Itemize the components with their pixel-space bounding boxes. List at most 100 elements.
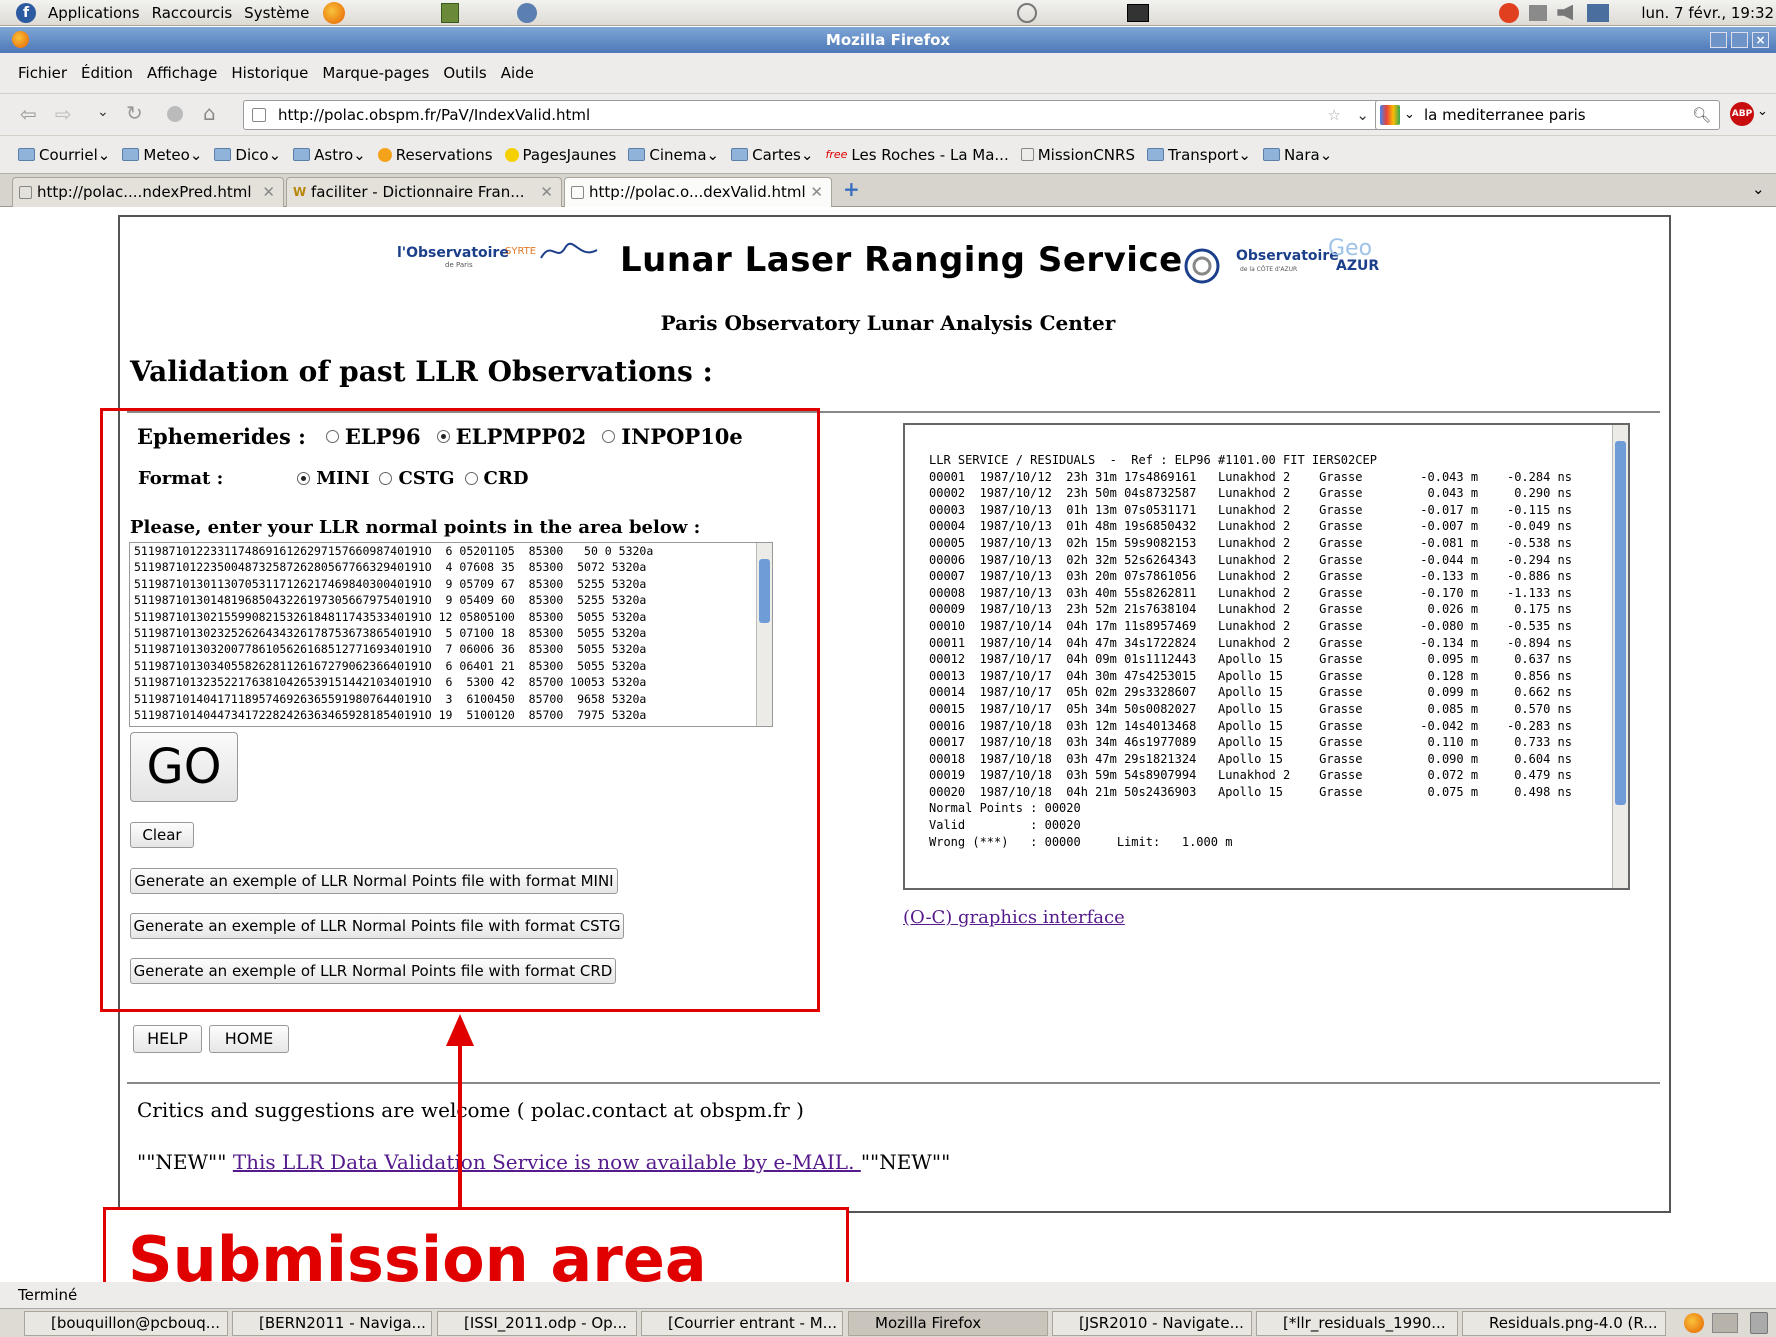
menu-bar: Fichier Édition Affichage Historique Mar… <box>0 53 1776 93</box>
firefox-launcher-icon[interactable] <box>323 1 346 24</box>
results-scrollbar[interactable] <box>1612 425 1628 888</box>
bookmark-cinema[interactable]: Cinema ⌄ <box>628 146 719 164</box>
window-title: Mozilla Firefox <box>825 31 951 49</box>
network-status-icon[interactable] <box>1587 3 1610 22</box>
menu-edition[interactable]: Édition <box>81 64 133 82</box>
task-llr-residuals[interactable]: [*llr_residuals_1990... <box>1256 1311 1458 1336</box>
url-bar[interactable]: http://polac.obspm.fr/PaV/IndexValid.htm… <box>243 100 1380 130</box>
bookmark-les-roches[interactable]: free Les Roches - La Ma... <box>825 146 1008 164</box>
help-button[interactable]: HELP <box>133 1025 202 1053</box>
page-favicon-icon <box>252 108 266 122</box>
result-line: 00010 1987/10/14 04h 17m 11s8957469 Luna… <box>929 618 1572 633</box>
result-line: 00018 1987/10/18 03h 47m 29s1821324 Apol… <box>929 751 1572 766</box>
bookmark-astro[interactable]: Astro ⌄ <box>293 146 366 164</box>
bookmark-pagesjaunes[interactable]: PagesJaunes <box>504 146 616 164</box>
result-line: 00013 1987/10/17 04h 30m 47s4253015 Apol… <box>929 668 1572 683</box>
task-courrier[interactable]: [Courrier entrant - M... <box>641 1311 843 1336</box>
clock[interactable]: lun. 7 févr., 19:32 <box>1641 4 1774 22</box>
window-menu-icon[interactable] <box>12 31 29 48</box>
task-jsr2010[interactable]: [JSR2010 - Navigate... <box>1052 1311 1252 1336</box>
email-service-link[interactable]: This LLR Data Validation Service is now … <box>233 1150 861 1174</box>
search-engine-dropdown-icon[interactable]: ⌄ <box>1404 101 1415 129</box>
google-search-engine-icon[interactable] <box>1380 105 1400 125</box>
bookmark-reservations[interactable]: Reservations <box>377 146 493 164</box>
menu-systeme[interactable]: Système <box>244 4 309 22</box>
maximize-icon[interactable] <box>1731 32 1748 48</box>
home-button[interactable]: HOME <box>209 1025 289 1053</box>
url-dropdown-icon[interactable]: ⌄ <box>1356 101 1369 129</box>
menu-raccourcis[interactable]: Raccourcis <box>152 4 233 22</box>
sync-icon[interactable] <box>1017 2 1038 23</box>
search-magnifier-icon[interactable]: 🔍︎ <box>1692 101 1711 129</box>
gnome-top-panel: f Applications Raccourcis Système lun. 7… <box>0 0 1776 26</box>
bookmark-transport[interactable]: Transport ⌄ <box>1146 146 1251 164</box>
window-titlebar[interactable]: Mozilla Firefox × <box>0 27 1776 53</box>
stop-icon[interactable] <box>167 106 183 122</box>
display-icon[interactable] <box>1529 4 1548 21</box>
close-window-icon[interactable]: × <box>1752 32 1769 48</box>
workspace-switcher[interactable] <box>1712 1313 1738 1333</box>
task-firefox[interactable]: Mozilla Firefox <box>848 1311 1048 1336</box>
task-residuals-png[interactable]: Residuals.png-4.0 (R... <box>1462 1311 1666 1336</box>
status-bar: Terminé <box>0 1282 1776 1308</box>
menu-fichier[interactable]: Fichier <box>18 64 67 82</box>
bookmark-courriel[interactable]: Courriel ⌄ <box>18 146 110 164</box>
result-line: 00003 1987/10/13 01h 13m 07s0531171 Luna… <box>929 502 1572 517</box>
volume-icon[interactable] <box>1557 4 1574 21</box>
terminal-icon[interactable] <box>1127 3 1150 22</box>
firefox-tray-icon[interactable] <box>1684 1313 1704 1333</box>
task-bern2011[interactable]: [BERN2011 - Naviga... <box>232 1311 432 1336</box>
home-icon[interactable]: ⌂ <box>203 101 216 125</box>
tab-indexpred[interactable]: http://polac....ndexPred.html ✕ <box>12 177 284 208</box>
page-subtitle: Paris Observatory Lunar Analysis Center <box>660 311 1116 335</box>
folder-icon <box>1146 148 1164 161</box>
forward-icon[interactable]: ⇨ <box>55 102 72 126</box>
page-favicon-icon <box>571 186 584 199</box>
menu-marque-pages[interactable]: Marque-pages <box>322 64 429 82</box>
adblock-dropdown-icon[interactable]: ⌄ <box>1757 104 1768 119</box>
calculator-icon[interactable] <box>441 2 460 23</box>
tab-list-icon[interactable]: ⌄ <box>1752 180 1765 198</box>
bookmark-nara[interactable]: Nara ⌄ <box>1262 146 1332 164</box>
close-tab-icon[interactable]: ✕ <box>810 178 823 207</box>
search-input-value: la mediterranee paris <box>1424 106 1586 124</box>
history-dropdown-icon[interactable]: ⌄ <box>97 104 109 120</box>
update-icon[interactable] <box>1499 2 1520 23</box>
trash-icon[interactable] <box>1750 1312 1768 1334</box>
menu-applications[interactable]: Applications <box>48 4 140 22</box>
result-line: 00004 1987/10/13 01h 48m 19s6850432 Luna… <box>929 519 1572 534</box>
folder-icon <box>731 148 749 161</box>
new-suffix: ""NEW"" <box>860 1150 951 1174</box>
result-line: 00005 1987/10/13 02h 15m 59s9082153 Luna… <box>929 535 1572 550</box>
residuals-output[interactable]: LLR SERVICE / RESIDUALS - Ref : ELP96 #1… <box>903 423 1630 890</box>
tab-dictionnaire[interactable]: W faciliter - Dictionnaire Fran... ✕ <box>286 177 562 208</box>
results-scroll-thumb[interactable] <box>1615 441 1626 805</box>
bookmark-star-icon[interactable]: ☆ <box>1328 101 1341 129</box>
result-line: 00020 1987/10/18 04h 21m 50s2436903 Apol… <box>929 784 1572 799</box>
bookmark-dico[interactable]: Dico ⌄ <box>214 146 281 164</box>
reload-icon[interactable]: ↻ <box>126 101 143 125</box>
bookmark-missioncnrs[interactable]: MissionCNRS <box>1020 146 1135 164</box>
fedora-icon[interactable]: f <box>16 2 36 23</box>
minimize-icon[interactable] <box>1710 32 1727 48</box>
network-icon[interactable] <box>517 2 538 23</box>
section-heading: Validation of past LLR Observations : <box>130 355 713 388</box>
menu-historique[interactable]: Historique <box>231 64 308 82</box>
folder-icon <box>293 148 311 161</box>
tab-indexvalid[interactable]: http://polac.o...dexValid.html ✕ <box>564 177 832 208</box>
task-terminal[interactable]: [bouquillon@pcbouq... <box>24 1311 228 1336</box>
close-tab-icon[interactable]: ✕ <box>262 178 275 207</box>
menu-aide[interactable]: Aide <box>501 64 534 82</box>
bookmark-cartes[interactable]: Cartes ⌄ <box>731 146 813 164</box>
bookmark-meteo[interactable]: Meteo ⌄ <box>122 146 202 164</box>
back-icon[interactable]: ⇦ <box>20 102 37 126</box>
new-tab-icon[interactable]: + <box>843 177 860 201</box>
menu-affichage[interactable]: Affichage <box>147 64 217 82</box>
result-line: 00006 1987/10/13 02h 32m 52s6264343 Luna… <box>929 552 1572 567</box>
search-bar[interactable]: ⌄ la mediterranee paris 🔍︎ <box>1375 100 1720 130</box>
close-tab-icon[interactable]: ✕ <box>540 178 553 207</box>
menu-outils[interactable]: Outils <box>443 64 486 82</box>
oc-graphics-link[interactable]: (O-C) graphics interface <box>903 907 1125 928</box>
adblock-plus-icon[interactable]: ABP <box>1730 102 1754 126</box>
task-issi2011[interactable]: [ISSI_2011.odp - Op... <box>437 1311 637 1336</box>
